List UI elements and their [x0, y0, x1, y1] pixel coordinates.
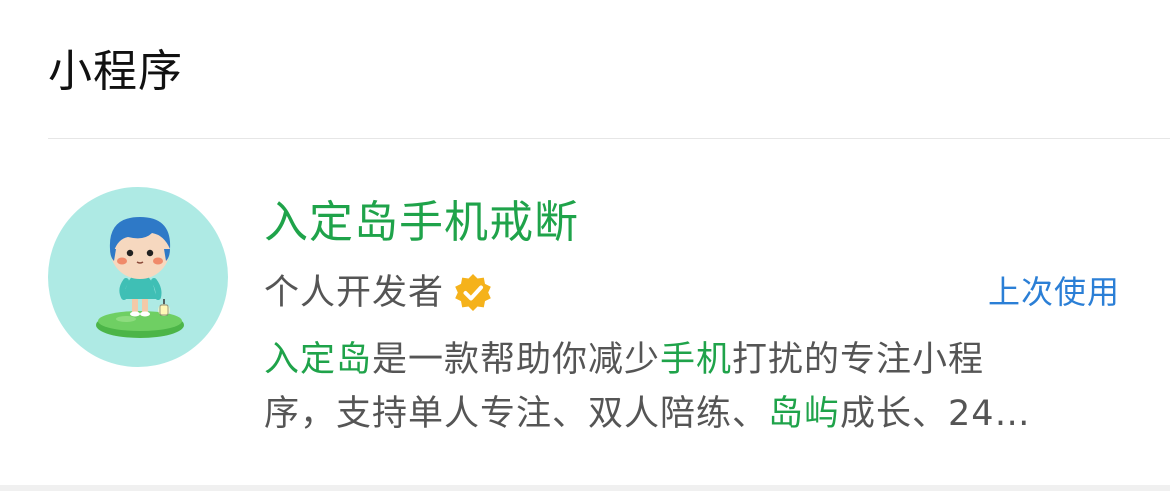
description-line-2: 序，支持单人专注、双人陪练、岛屿成长、24… — [264, 387, 1114, 441]
developer-row: 个人开发者 — [264, 265, 494, 321]
description-text: 序，支持单人专注、双人陪练、 — [264, 394, 769, 434]
app-description: 入定岛是一款帮助你减少手机打扰的专注小程 序，支持单人专注、双人陪练、岛屿成长、… — [264, 333, 1114, 441]
description-text: 成长、24… — [840, 394, 1031, 434]
verified-badge-icon — [452, 272, 494, 314]
description-line-1: 入定岛是一款帮助你减少手机打扰的专注小程 — [264, 333, 1114, 387]
highlight-keyword: 岛屿 — [768, 394, 841, 434]
highlight-keyword: 手机 — [660, 340, 733, 380]
app-name[interactable]: 入定岛手机戒断 — [264, 193, 579, 253]
search-results-page: 小程序 入定岛手机戒断 个人开发者 上次使用 入定岛是一款帮助你减少手机打扰的专… — [0, 0, 1170, 491]
recently-used-label[interactable]: 上次使用 — [988, 267, 1120, 317]
section-title: 小程序 — [48, 46, 183, 97]
mini-program-result-card[interactable]: 入定岛手机戒断 个人开发者 上次使用 入定岛是一款帮助你减少手机打扰的专注小程 … — [0, 139, 1170, 485]
description-text: 是一款帮助你减少 — [372, 340, 661, 380]
highlight-keyword: 入定岛 — [264, 340, 373, 380]
bottom-divider — [0, 485, 1170, 491]
app-avatar[interactable] — [48, 187, 228, 367]
description-text: 打扰的专注小程 — [732, 340, 985, 380]
developer-name: 个人开发者 — [264, 273, 445, 313]
cartoon-boy-on-island-avatar — [96, 217, 184, 338]
